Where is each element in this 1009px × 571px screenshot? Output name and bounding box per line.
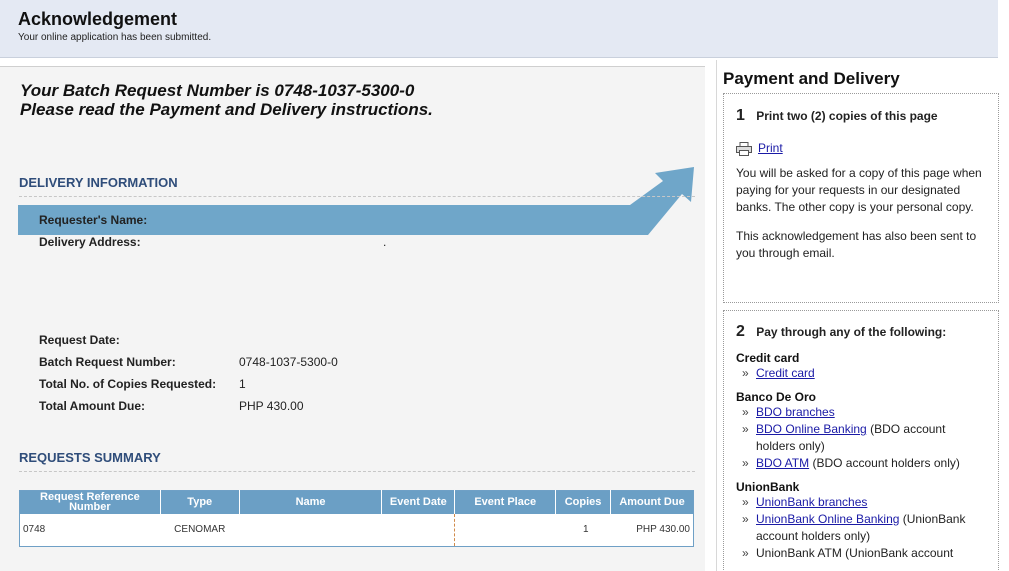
page-header: Acknowledgement Your online application … — [0, 0, 998, 58]
main-panel: Your Batch Request Number is 0748-1037-5… — [0, 66, 705, 571]
bullet-icon: » — [742, 366, 749, 380]
bullet-icon: » — [742, 405, 749, 419]
printer-icon[interactable] — [736, 141, 752, 156]
payment-delivery-panel: Payment and Delivery 1 Print two (2) cop… — [716, 60, 1009, 571]
table-cell — [455, 514, 556, 547]
copies-label: Total No. of Copies Requested: — [39, 377, 217, 391]
bullet-icon: » — [742, 456, 749, 470]
delivery-info-title: DELIVERY INFORMATION — [19, 175, 695, 197]
bdo-atm-link[interactable]: BDO ATM — [756, 456, 809, 470]
list-item: » UnionBank Online Banking (UnionBank acc… — [736, 511, 986, 545]
unionbank-atm-text: UnionBank ATM (UnionBank account — [756, 546, 954, 560]
instructions-heading: Please read the Payment and Delivery ins… — [20, 100, 433, 119]
unionbank-list: » UnionBank branches » UnionBank Online Ba… — [736, 494, 986, 562]
step-1-paragraph-1: You will be asked for a copy of this pag… — [736, 165, 982, 214]
table-cell — [239, 514, 382, 547]
list-item: » BDO Online Banking (BDO account holders… — [736, 421, 986, 455]
unionbank-heading: UnionBank — [736, 480, 800, 494]
credit-card-link[interactable]: Credit card — [756, 366, 815, 380]
step-1-text: Print two (2) copies of this page — [756, 109, 938, 123]
requests-summary-title: REQUESTS SUMMARY — [19, 450, 695, 472]
list-item: » Credit card — [736, 365, 986, 382]
step-2-text: Pay through any of the following: — [756, 325, 947, 339]
unionbank-branches-link[interactable]: UnionBank branches — [756, 495, 867, 509]
step-number: 1 — [736, 107, 745, 124]
delivery-address-value: . — [383, 235, 387, 249]
print-link[interactable]: Print — [758, 141, 783, 155]
table-cell: 0748 — [23, 524, 46, 536]
step-2-heading: 2 Pay through any of the following: — [736, 323, 986, 341]
table-cell: CENOMAR — [174, 524, 226, 536]
table-row: 0748 CENOMAR 1 PHP 430.00 — [20, 513, 694, 547]
list-item: » UnionBank branches — [736, 494, 986, 511]
bullet-icon: » — [742, 422, 749, 436]
amount-value: PHP 430.00 — [239, 399, 304, 413]
list-item: » BDO branches — [736, 404, 986, 421]
step-1-paragraph-2: This acknowledgement has also been sent … — [736, 228, 977, 260]
column-header: Request Reference Number — [19, 490, 161, 514]
table-cell: PHP 430.00 — [636, 524, 690, 536]
bdo-atm-note: (BDO account holders only) — [809, 456, 960, 470]
step-2-box: 2 Pay through any of the following: Cred… — [723, 310, 999, 571]
column-header: Name — [239, 490, 383, 514]
table-cell: 1 — [583, 524, 589, 536]
bdo-list: » BDO branches » BDO Online Banking (BDO a… — [736, 404, 986, 472]
page-title: Acknowledgement — [18, 9, 178, 29]
print-row: Print — [736, 141, 986, 156]
payment-delivery-title: Payment and Delivery — [723, 69, 900, 88]
table-header-row: Request Reference Number Type Name Event… — [19, 490, 694, 514]
step-1-box: 1 Print two (2) copies of this page Prin… — [723, 93, 999, 303]
copies-value: 1 — [239, 377, 246, 391]
page-subtitle: Your online application has been submitt… — [18, 32, 212, 43]
column-header: Event Date — [381, 490, 456, 514]
bullet-icon: » — [742, 546, 749, 560]
credit-card-list: » Credit card — [736, 365, 986, 382]
list-item: » BDO ATM (BDO account holders only) — [736, 455, 986, 472]
credit-card-heading: Credit card — [736, 351, 800, 365]
request-date-label: Request Date: — [39, 333, 120, 347]
step-number: 2 — [736, 323, 745, 340]
column-header: Amount Due — [610, 490, 694, 514]
column-header: Event Place — [454, 490, 557, 514]
bullet-icon: » — [742, 495, 749, 509]
batch-number-value: 0748-1037-5300-0 — [239, 355, 338, 369]
bdo-heading: Banco De Oro — [736, 390, 817, 404]
column-header: Type — [160, 490, 240, 514]
bdo-online-banking-link[interactable]: BDO Online Banking — [756, 422, 867, 436]
requester-name-label: Requester's Name: — [39, 213, 148, 227]
table-cell — [381, 513, 456, 547]
bdo-branches-link[interactable]: BDO branches — [756, 405, 835, 419]
delivery-address-label: Delivery Address: — [39, 235, 141, 249]
bullet-icon: » — [742, 512, 749, 526]
batch-number-label: Batch Request Number: — [39, 355, 176, 369]
step-1-heading: 1 Print two (2) copies of this page — [736, 107, 986, 125]
list-item: » UnionBank ATM (UnionBank account — [736, 545, 986, 562]
requests-summary-table: Request Reference Number Type Name Event… — [19, 490, 694, 547]
amount-label: Total Amount Due: — [39, 399, 145, 413]
column-header: Copies — [555, 490, 612, 514]
unionbank-online-banking-link[interactable]: UnionBank Online Banking — [756, 512, 899, 526]
batch-number-heading: Your Batch Request Number is 0748-1037-5… — [20, 81, 415, 100]
